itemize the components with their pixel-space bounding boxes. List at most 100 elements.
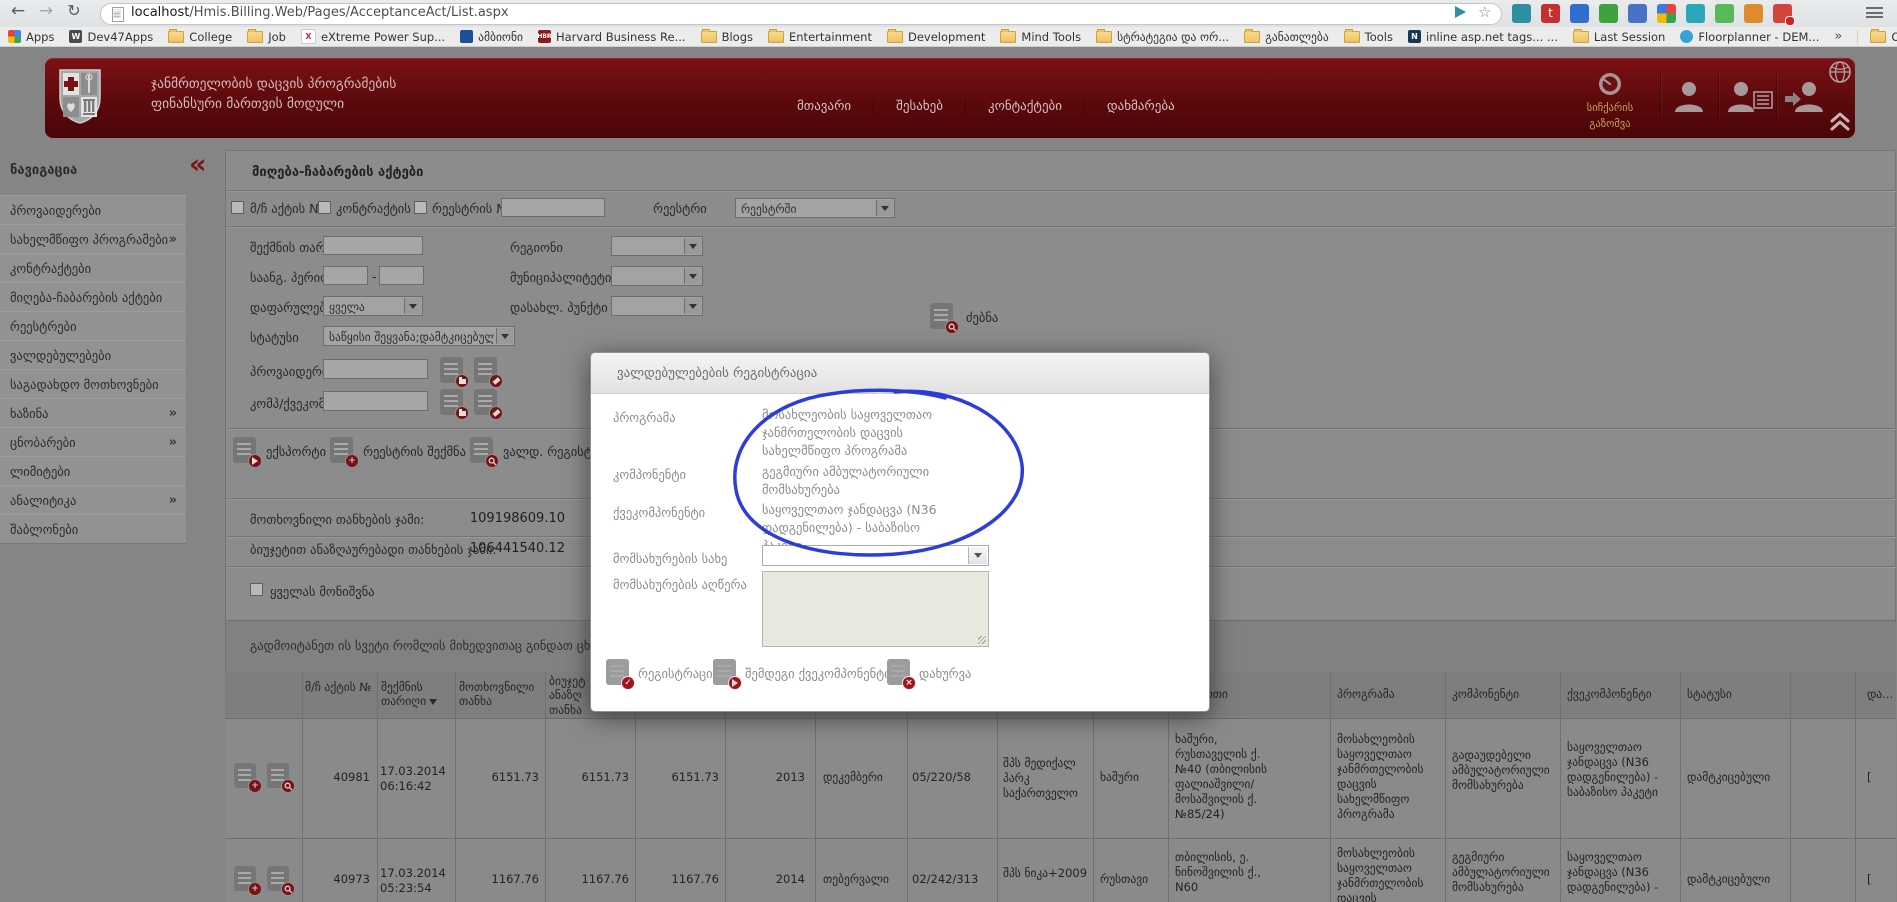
- select-all-checkbox[interactable]: [250, 583, 263, 596]
- municipality-select[interactable]: [611, 266, 703, 286]
- registry-no-input[interactable]: [501, 198, 605, 217]
- service-type-select[interactable]: [762, 545, 989, 566]
- forward-icon[interactable]: →: [34, 1, 58, 21]
- sidebar-item-providers[interactable]: პროვაიდერები: [0, 195, 186, 225]
- search-button-icon[interactable]: [930, 303, 953, 329]
- bookmark-item[interactable]: Tools: [1344, 30, 1393, 44]
- send-to-device-icon[interactable]: [1455, 6, 1466, 18]
- nav-about[interactable]: შესახებ: [873, 99, 965, 114]
- column-header-program[interactable]: პროგრამა: [1337, 687, 1437, 701]
- column-header-requested[interactable]: მოთხოვნილი თანხა: [459, 680, 541, 709]
- close-button[interactable]: დახურვა: [919, 666, 971, 681]
- sidebar-item-state-programs[interactable]: სახელმწიფო პროგრამები»: [0, 224, 186, 254]
- sidebar-item-treasury[interactable]: ხაზინა»: [0, 398, 186, 428]
- column-header-created[interactable]: შექმნის თარიღი: [381, 680, 453, 709]
- bookmark-item[interactable]: Floorplanner - DEM...: [1680, 30, 1819, 44]
- contract-no-checkbox[interactable]: [318, 201, 331, 214]
- sidebar-item-registries[interactable]: რეესტრები: [0, 311, 186, 341]
- provider-select-button[interactable]: [440, 357, 463, 383]
- bookmark-item[interactable]: სტრატეგია და ორ...: [1096, 30, 1229, 44]
- extension-icon-3[interactable]: [1570, 4, 1589, 23]
- column-header-component[interactable]: კომპონენტი: [1452, 687, 1552, 701]
- column-header-act-no[interactable]: მ/ჩ აქტის №: [305, 680, 373, 694]
- dialog-title-bar[interactable]: ვალდებულებების რეგისტრაცია: [591, 353, 1209, 394]
- bookmark-item[interactable]: Apps: [8, 30, 54, 44]
- sidebar-item-payment-requests[interactable]: საგადახდო მოთხოვნები: [0, 369, 186, 399]
- settlement-select[interactable]: [611, 296, 703, 316]
- region-select[interactable]: [611, 236, 703, 256]
- extension-icon-1[interactable]: [1512, 4, 1531, 23]
- sidebar-item-contracts[interactable]: კონტრაქტები: [0, 253, 186, 283]
- created-date-input[interactable]: [323, 236, 423, 255]
- bookmark-item[interactable]: განათლება: [1244, 30, 1328, 44]
- extension-icon-8[interactable]: [1715, 4, 1734, 23]
- bookmark-star-icon[interactable]: ☆: [1478, 3, 1491, 21]
- collapse-header-chevrons-icon[interactable]: [1829, 110, 1851, 132]
- row-add-button[interactable]: +: [234, 763, 256, 788]
- logout-user-icon[interactable]: [1785, 80, 1825, 112]
- component-filter-input[interactable]: [323, 391, 428, 411]
- extension-icon-9[interactable]: [1744, 4, 1763, 23]
- bookmark-item[interactable]: Entertainment: [768, 30, 872, 44]
- globe-language-icon[interactable]: [1828, 60, 1852, 84]
- extension-icon-10[interactable]: [1773, 4, 1792, 23]
- register-button-icon[interactable]: ✓: [606, 659, 629, 685]
- act-no-checkbox[interactable]: [231, 201, 244, 214]
- nav-contacts[interactable]: კონტაქტები: [965, 99, 1084, 114]
- speed-test-label-line2[interactable]: გაზომვა: [1575, 118, 1645, 130]
- export-button-icon[interactable]: [233, 437, 256, 463]
- sidebar-item-limits[interactable]: ლიმიტები: [0, 456, 186, 486]
- close-button-icon[interactable]: ×: [887, 659, 910, 685]
- column-header-status[interactable]: სტატუსი: [1687, 687, 1777, 701]
- sidebar-collapse-icon[interactable]: «: [189, 151, 206, 178]
- provider-clear-button[interactable]: [474, 357, 497, 383]
- registry-no-checkbox[interactable]: [414, 201, 427, 214]
- next-subcomponent-button[interactable]: შემდეგი ქვეკომპონენტი: [745, 666, 891, 681]
- row-view-button[interactable]: [267, 866, 289, 891]
- bookmark-item[interactable]: Mind Tools: [1000, 30, 1081, 44]
- browser-menu-icon[interactable]: [1866, 7, 1883, 20]
- extension-icon-5[interactable]: [1628, 4, 1647, 23]
- column-header-subcomponent[interactable]: ქვეკომპონენტი: [1567, 687, 1677, 701]
- service-description-textarea[interactable]: [762, 571, 989, 647]
- row-add-button[interactable]: +: [234, 866, 256, 891]
- status-select[interactable]: საწყისი შეყვანა;დამტკიცებული: [323, 326, 515, 346]
- next-subcomponent-button-icon[interactable]: [713, 659, 736, 685]
- nav-help[interactable]: დახმარება: [1084, 99, 1197, 114]
- create-registry-button[interactable]: რეესტრის შექმნა: [363, 444, 466, 459]
- other-bookmarks[interactable]: Other bookmarks: [1857, 30, 1897, 44]
- registry-select[interactable]: რეესტრში: [735, 198, 895, 218]
- sidebar-item-obligations[interactable]: ვალდებულებები: [0, 340, 186, 370]
- register-obligation-button-icon[interactable]: [470, 437, 493, 463]
- extension-icon-6[interactable]: [1657, 4, 1676, 23]
- sidebar-item-templates[interactable]: შაბლონები: [0, 514, 186, 544]
- component-clear-button[interactable]: [474, 389, 497, 415]
- sidebar-item-reference-books[interactable]: ცნობარები»: [0, 427, 186, 457]
- create-registry-button-icon[interactable]: +: [330, 437, 353, 463]
- period-from-input[interactable]: [323, 266, 368, 285]
- bookmark-item[interactable]: Last Session: [1573, 30, 1666, 44]
- nav-home[interactable]: მთავარი: [775, 99, 873, 114]
- user-profile-icon[interactable]: [1672, 80, 1706, 112]
- speed-test-icon[interactable]: [1596, 70, 1624, 98]
- bookmark-item[interactable]: XeXtreme Power Sup...: [301, 29, 445, 44]
- back-icon[interactable]: ←: [6, 1, 30, 21]
- bookmarks-overflow-chevron[interactable]: »: [1834, 29, 1842, 44]
- period-to-input[interactable]: [379, 266, 424, 285]
- user-list-icon[interactable]: [1728, 80, 1774, 112]
- url[interactable]: localhost/Hmis.Billing.Web/Pages/Accepta…: [131, 5, 509, 20]
- register-button[interactable]: რეგისტრაცია: [638, 666, 719, 681]
- row-view-button[interactable]: [267, 763, 289, 788]
- export-button[interactable]: ექსპორტი: [266, 444, 326, 459]
- extension-icon-4[interactable]: [1599, 4, 1618, 23]
- extension-icon-7[interactable]: [1686, 4, 1705, 23]
- bookmark-item[interactable]: College: [168, 30, 232, 44]
- hidden-select[interactable]: ყველა: [323, 296, 423, 316]
- extension-icon-2[interactable]: t: [1541, 4, 1560, 23]
- bookmark-item[interactable]: Job: [247, 30, 286, 44]
- bookmark-item[interactable]: ამბიონი: [460, 30, 523, 44]
- component-select-button[interactable]: [440, 389, 463, 415]
- speed-test-label-line1[interactable]: სიჩქარის: [1575, 102, 1645, 114]
- bookmark-item[interactable]: Development: [887, 30, 985, 44]
- provider-input[interactable]: [323, 359, 428, 379]
